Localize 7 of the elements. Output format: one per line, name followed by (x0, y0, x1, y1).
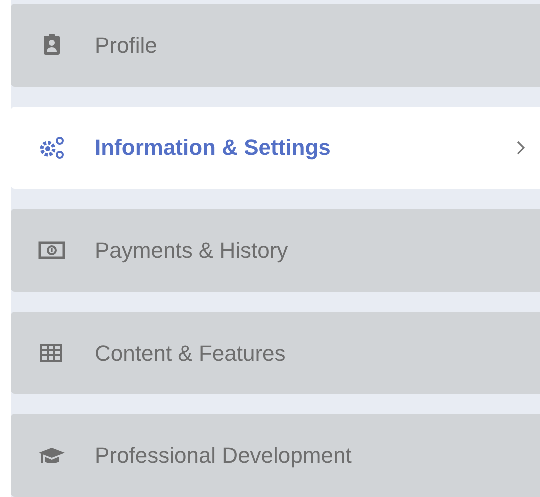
chevron-icon (516, 140, 526, 156)
menu-item[interactable]: Content & Features (11, 312, 540, 394)
menu-item[interactable]: Payments & History (11, 209, 540, 292)
menu-item[interactable]: Information & Settings (11, 106, 540, 190)
gears-icon (38, 136, 66, 160)
menu-item[interactable]: Professional Development (11, 414, 540, 497)
menu-item[interactable]: Profile (11, 4, 540, 87)
